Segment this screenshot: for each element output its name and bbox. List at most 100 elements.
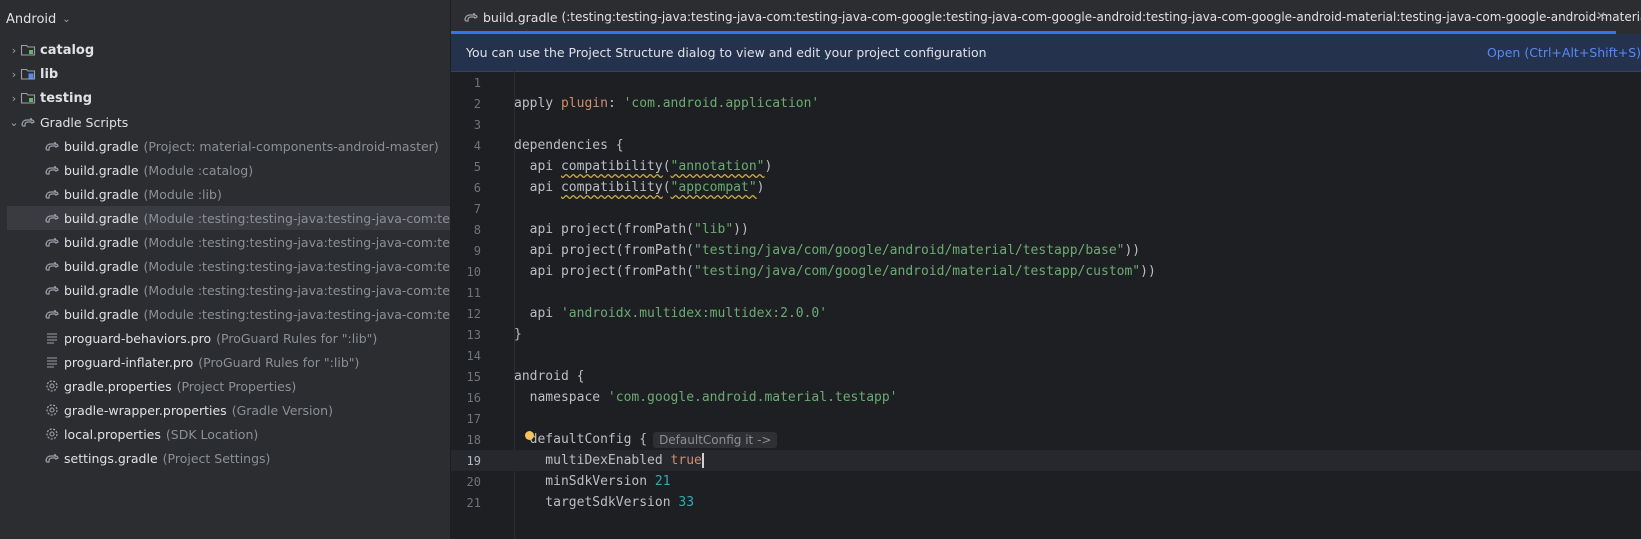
code-line[interactable]: 4 dependencies { (451, 135, 1641, 156)
tree-node-catalog[interactable]: › catalog (0, 38, 450, 62)
module-label: catalog (40, 42, 95, 58)
gradle-script-item[interactable]: build.gradle (Module :testing:testing-jav… (0, 278, 450, 302)
code-line[interactable]: 9 api project(fromPath("testing/java/com… (451, 240, 1641, 261)
line-number: 16 (466, 390, 481, 405)
code-line[interactable]: 14 (451, 345, 1641, 366)
tree-node-testing[interactable]: › testing (0, 86, 450, 110)
gradle-icon (44, 306, 60, 322)
line-number: 6 (473, 180, 481, 195)
code-token: )) (1140, 264, 1156, 279)
text-file-icon (44, 354, 60, 370)
gradle-script-item[interactable]: proguard-inflater.pro (ProGuard Rules for… (0, 350, 450, 374)
code-line[interactable]: 6 api compatibility("appcompat") (451, 177, 1641, 198)
gradle-script-item[interactable]: build.gradle (Module :testing:testing-jav… (0, 254, 450, 278)
code-token: dependencies { (514, 138, 624, 153)
chevron-right-icon[interactable]: › (8, 68, 20, 81)
code-line[interactable]: 8 api project(fromPath("lib")) (451, 219, 1641, 240)
code-line[interactable]: 15 android { (451, 366, 1641, 387)
code-token: 'androidx.multidex:multidex:2.0.0' (560, 306, 828, 321)
line-number: 1 (473, 75, 481, 90)
inlay-hint: DefaultConfig it -> (653, 431, 778, 448)
line-content: targetSdkVersion 33 (514, 495, 694, 510)
code-line[interactable]: 17 (451, 408, 1641, 429)
gradle-scripts-icon (20, 114, 36, 130)
code-token: apply (514, 96, 561, 111)
code-line[interactable]: 2 apply plugin: 'com.android.application' (451, 93, 1641, 114)
text-caret (701, 453, 704, 468)
gradle-script-item[interactable]: build.gradle (Module :catalog) (0, 158, 450, 182)
script-file-detail: (Module :testing:testing-java:testing-ja… (143, 210, 450, 226)
tree-node-gradle-scripts[interactable]: ⌄ Gradle Scripts (0, 110, 450, 134)
gradle-script-item[interactable]: build.gradle (Module :lib) (0, 182, 450, 206)
code-token: "appcompat" (670, 180, 757, 195)
close-icon[interactable]: ✕ (1596, 9, 1606, 23)
code-line[interactable]: 19 multiDexEnabled true (451, 450, 1641, 471)
code-line[interactable]: 11 (451, 282, 1641, 303)
code-token: )) (733, 222, 749, 237)
text-file-icon (44, 330, 60, 346)
code-token: plugin (560, 96, 608, 111)
line-content: apply plugin: 'com.android.application' (514, 96, 819, 111)
editor-tab-build-gradle[interactable]: build.gradle (:testing:testing-java:test… (451, 0, 1641, 34)
code-token: 'com.android.application' (623, 96, 820, 111)
code-line[interactable]: 21 targetSdkVersion 33 (451, 492, 1641, 513)
gradle-script-item[interactable]: build.gradle (Module :testing:testing-jav… (0, 230, 450, 254)
gradle-script-item[interactable]: build.gradle (Module :testing:testing-jav… (0, 302, 450, 326)
code-line[interactable]: 3 (451, 114, 1641, 135)
module-label: testing (40, 90, 92, 106)
project-view-selector[interactable]: Android ⌄ (0, 0, 450, 38)
line-content: api compatibility("appcompat") (514, 180, 765, 195)
code-line[interactable]: 18 defaultConfig {DefaultConfig it -> (451, 429, 1641, 450)
gradle-icon (44, 186, 60, 202)
gradle-script-item[interactable]: settings.gradle (Project Settings) (0, 446, 450, 470)
code-line[interactable]: 13} (451, 324, 1641, 345)
code-editor[interactable]: 1 2 apply plugin: 'com.android.application… (451, 72, 1641, 513)
line-content: api 'androidx.multidex:multidex:2.0.0' (514, 306, 827, 321)
script-file-name: build.gradle (64, 258, 139, 274)
code-token: api (514, 180, 561, 195)
gradle-icon (44, 210, 60, 226)
line-content: api compatibility("annotation") (514, 159, 773, 174)
gradle-script-item[interactable]: build.gradle (Project: material-component… (0, 134, 450, 158)
script-file-name: build.gradle (64, 138, 139, 154)
chevron-right-icon[interactable]: › (8, 92, 20, 105)
code-line[interactable]: 16 namespace 'com.google.android.materia… (451, 387, 1641, 408)
open-project-structure-link[interactable]: Open (Ctrl+Alt+Shift+S) (1487, 45, 1641, 60)
settings-file-icon (44, 426, 60, 442)
line-number: 12 (466, 306, 481, 321)
code-line[interactable]: 5 api compatibility("annotation") (451, 156, 1641, 177)
code-line[interactable]: 20 minSdkVersion 21 (451, 471, 1641, 492)
chevron-right-icon[interactable]: › (8, 44, 20, 57)
line-number: 13 (466, 327, 481, 342)
code-token: true (670, 453, 702, 468)
code-token: api project(fromPath( (514, 222, 695, 237)
code-token: compatibility (560, 159, 663, 174)
code-line[interactable]: 1 (451, 72, 1641, 93)
gradle-script-item[interactable]: local.properties (SDK Location) (0, 422, 450, 446)
script-file-name: build.gradle (64, 234, 139, 250)
gradle-script-item[interactable]: gradle-wrapper.properties (Gradle Version… (0, 398, 450, 422)
code-line[interactable]: 10 api project(fromPath("testing/java/co… (451, 261, 1641, 282)
lightbulb-icon[interactable] (525, 431, 534, 440)
line-number: 17 (466, 411, 481, 426)
script-file-name: gradle.properties (64, 378, 172, 394)
gradle-script-item[interactable]: proguard-behaviors.pro (ProGuard Rules fo… (0, 326, 450, 350)
line-content: minSdkVersion 21 (514, 474, 670, 489)
gradle-script-item[interactable]: build.gradle (Module :testing:testing-jav… (7, 206, 450, 230)
line-number: 5 (473, 159, 481, 174)
chevron-expanded-icon[interactable]: ⌄ (8, 116, 20, 129)
gradle-icon (44, 258, 60, 274)
tree-node-lib[interactable]: › lib (0, 62, 450, 86)
code-line[interactable]: 12 api 'androidx.multidex:multidex:2.0.0… (451, 303, 1641, 324)
line-content: api project(fromPath("testing/java/com/g… (514, 264, 1156, 279)
code-token: android { (514, 369, 585, 384)
script-file-detail: (Module :testing:testing-java:testing-ja… (143, 306, 450, 322)
code-line[interactable]: 7 (451, 198, 1641, 219)
gradle-script-item[interactable]: gradle.properties (Project Properties) (0, 374, 450, 398)
notification-text: You can use the Project Structure dialog… (466, 45, 987, 60)
line-content: dependencies { (514, 138, 624, 153)
script-file-detail: (Project: material-components-android-ma… (143, 138, 439, 154)
module-folder-icon (20, 42, 36, 58)
line-content: namespace 'com.google.android.material.t… (514, 390, 898, 405)
script-file-name: build.gradle (64, 282, 139, 298)
